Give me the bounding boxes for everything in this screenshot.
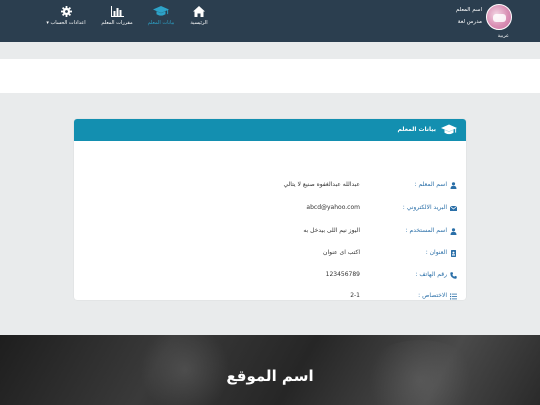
graduation-cap-icon xyxy=(441,124,457,135)
field-value: عبدالله عبدالغفوه صنيع لا يتالي xyxy=(283,181,360,188)
field-row-address: العنوان : اكتب اى عنوان xyxy=(74,249,466,261)
nav-teacher-courses[interactable]: مقررات المعلم xyxy=(97,5,137,37)
field-value: abcd@yahoo.com xyxy=(306,204,360,211)
gear-icon xyxy=(60,6,72,17)
field-label: رقم الهاتف : xyxy=(415,271,447,278)
nav-account-settings[interactable]: ▾ اعدادات الحساب xyxy=(42,5,90,37)
field-label: البريد الالكتروني : xyxy=(402,204,447,211)
field-label: العنوان : xyxy=(425,249,447,256)
list-icon xyxy=(450,293,457,300)
home-icon xyxy=(193,6,205,17)
graduation-cap-icon xyxy=(153,6,169,16)
field-value: اكتب اى عنوان xyxy=(323,249,360,256)
phone-icon xyxy=(450,272,457,279)
profile-subject: عربية xyxy=(497,33,509,39)
address-card-icon xyxy=(451,250,456,257)
footer-hero: اسم الموقع xyxy=(0,335,540,405)
field-row-phone: رقم الهاتف : 123456789 xyxy=(74,271,466,283)
envelope-icon xyxy=(450,205,457,211)
site-name: اسم الموقع xyxy=(226,367,314,385)
field-label: الاختصاص : xyxy=(418,292,447,299)
user-profile[interactable]: اسم المعلم مدرس لغة عربية xyxy=(450,4,512,40)
bar-chart-icon xyxy=(110,6,124,17)
card-title: بيانات المعلم xyxy=(397,126,436,133)
nav-account-settings-label: ▾ اعدادات الحساب xyxy=(42,20,90,26)
card-header: بيانات المعلم xyxy=(74,119,466,141)
profile-name: اسم المعلم xyxy=(455,7,482,13)
nav-home-label: الرئيسية xyxy=(190,20,208,26)
nav-teacher-courses-label: مقررات المعلم xyxy=(101,20,133,26)
field-row-email: البريد الالكتروني : abcd@yahoo.com xyxy=(74,204,466,216)
nav-teacher-data[interactable]: بيانات المعلم xyxy=(143,5,179,37)
field-value: اليوز نيم اللى بيدخل به xyxy=(303,227,360,234)
field-label: اسم المستخدم : xyxy=(405,227,447,234)
nav-account-settings-text: اعدادات الحساب xyxy=(50,20,86,26)
field-value: 123456789 xyxy=(325,271,360,278)
field-label: اسم المعلم : xyxy=(414,181,447,188)
nav-teacher-data-label: بيانات المعلم xyxy=(147,20,175,26)
avatar[interactable] xyxy=(486,4,512,30)
card-body: اسم المعلم : عبدالله عبدالغفوه صنيع لا ي… xyxy=(74,141,466,300)
content-band xyxy=(0,59,540,93)
field-row-specialization: الاختصاص : 2-1 xyxy=(74,292,466,300)
field-row-teacher-name: اسم المعلم : عبدالله عبدالغفوه صنيع لا ي… xyxy=(74,181,466,193)
user-icon xyxy=(450,228,457,235)
field-row-username: اسم المستخدم : اليوز نيم اللى بيدخل به xyxy=(74,227,466,239)
profile-role: مدرس لغة xyxy=(457,19,482,25)
nav-home[interactable]: الرئيسية xyxy=(185,5,213,37)
teacher-data-card: بيانات المعلم اسم المعلم : عبدالله عبدال… xyxy=(74,119,466,300)
field-value: 2-1 xyxy=(350,292,360,299)
user-icon xyxy=(450,182,457,189)
